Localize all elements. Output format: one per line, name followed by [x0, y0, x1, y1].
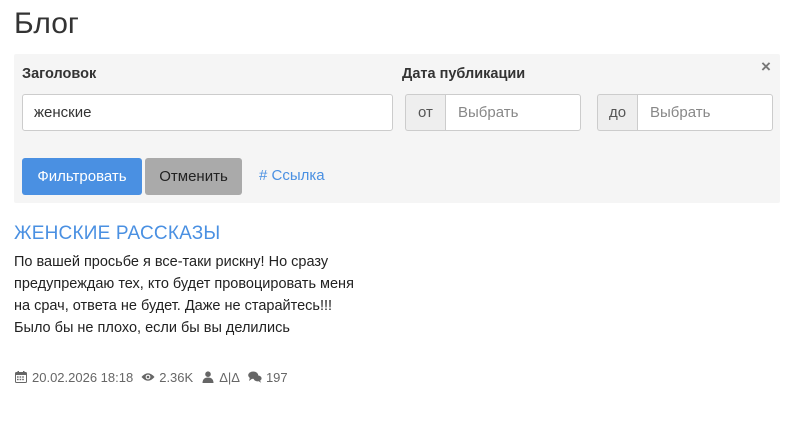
- page-title: Блог: [14, 7, 79, 40]
- date-to-addon: до: [597, 94, 637, 131]
- post-title-link[interactable]: ЖЕНСКИЕ РАССКАЗЫ: [14, 222, 220, 246]
- post-excerpt-line: на срач, ответа не будет. Даже не старай…: [14, 298, 333, 314]
- post-excerpt-line: По вашей просьбе я все-таки рискну! Но с…: [14, 254, 329, 270]
- post-comments-count: 197: [265, 369, 288, 385]
- post-excerpt-line: Было бы не плохо, если бы вы делились: [14, 320, 290, 336]
- post-views: 2.36K: [159, 369, 194, 385]
- date-filter-label: Дата публикации: [402, 66, 526, 82]
- cancel-button[interactable]: Отменить: [145, 158, 242, 195]
- date-to-group: до: [597, 94, 773, 131]
- post-meta: 20.02.2026 18:18 2.36K Δ|Δ 197: [14, 368, 288, 386]
- date-from-group: от: [405, 94, 581, 131]
- user-icon: [201, 370, 215, 384]
- post-author[interactable]: Δ|Δ: [219, 370, 240, 385]
- date-from-addon: от: [405, 94, 445, 131]
- close-icon[interactable]: ×: [758, 57, 774, 77]
- date-to-input[interactable]: [637, 94, 773, 131]
- title-search-input[interactable]: [22, 94, 393, 131]
- post-date: 20.02.2026 18:18: [32, 369, 134, 385]
- calendar-icon: [14, 370, 28, 384]
- filter-panel: × Заголовок Дата публикации от до Фильтр…: [14, 54, 780, 203]
- title-filter-label: Заголовок: [22, 66, 97, 82]
- link-button[interactable]: # Ссылка: [259, 166, 325, 186]
- post-excerpt: По вашей просьбе я все-таки рискну! Но с…: [14, 251, 389, 339]
- date-from-input[interactable]: [445, 94, 581, 131]
- comments-icon: [248, 370, 262, 384]
- post-excerpt-line: предупреждаю тех, кто будет провоцироват…: [14, 276, 354, 292]
- eye-icon: [141, 370, 155, 384]
- filter-button[interactable]: Фильтровать: [22, 158, 142, 195]
